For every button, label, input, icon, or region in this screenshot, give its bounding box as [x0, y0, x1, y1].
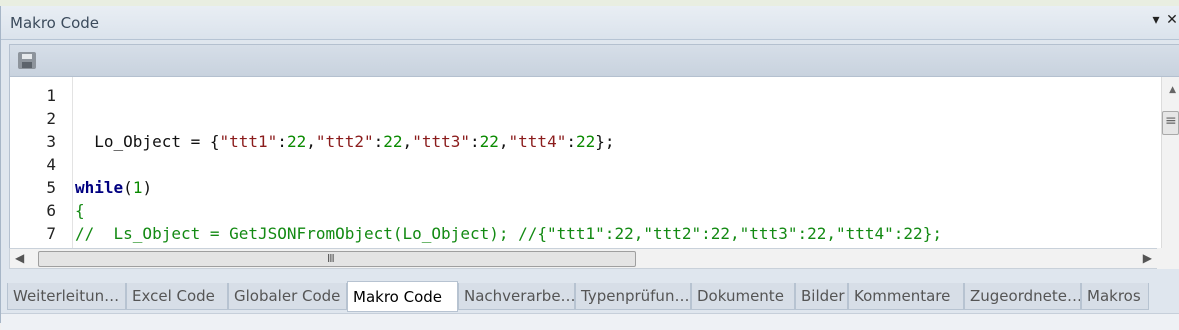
titlebar-buttons: ▾ ✕ [1148, 12, 1179, 28]
tab-makros[interactable]: Makros [1081, 283, 1149, 310]
code-token: while [75, 178, 124, 197]
makro-code-panel: Makro Code ▾✕ 12345678 Lo_Object = {"ttt… [0, 6, 1179, 330]
code-token: 22 [479, 132, 499, 151]
close-icon[interactable]: ✕ [1164, 12, 1179, 28]
code-token: 22 [575, 132, 596, 151]
code-line[interactable]: Lo_Object = {"ttt1":22,"ttt2":22,"ttt3":… [75, 130, 615, 153]
line-number: 6 [46, 201, 56, 220]
scrollbar-corner [1157, 248, 1179, 269]
code-area[interactable]: Lo_Object = {"ttt1":22,"ttt2":22,"ttt3":… [73, 77, 1161, 249]
scroll-left-arrow-icon[interactable]: ◀ [15, 251, 24, 265]
save-icon[interactable] [18, 52, 36, 69]
line-number-gutter: 12345678 [10, 77, 73, 249]
code-token: "ttt1" [219, 132, 278, 151]
code-token: : [566, 132, 576, 151]
bottom-border [1, 313, 1179, 330]
line-number: 7 [46, 224, 56, 243]
code-token: Lo_Object = { [75, 132, 220, 151]
panel-title: Makro Code [10, 14, 100, 32]
line-number: 3 [46, 132, 56, 151]
code-line[interactable]: // Ls_Object = GetJSONFromObject(Lo_Obje… [75, 222, 942, 245]
line-number: 1 [46, 86, 56, 105]
code-token: ) [142, 178, 153, 197]
code-line[interactable]: while(1) [75, 176, 152, 199]
code-token: "ttt4" [508, 132, 567, 151]
code-token: 22 [286, 132, 307, 151]
tab-globaler-code[interactable]: Globaler Code [228, 283, 347, 310]
tab-typenprüfun[interactable]: Typenprüfun… [575, 283, 691, 310]
tab-kommentare[interactable]: Kommentare [848, 283, 964, 310]
tab-excel-code[interactable]: Excel Code [126, 283, 228, 310]
horizontal-scrollbar[interactable]: ◀ III ▶ [9, 248, 1158, 269]
code-token: { [75, 201, 85, 220]
tab-bilder[interactable]: Bilder [795, 283, 848, 310]
code-token: "ttt2" [315, 132, 374, 151]
tab-nachverarbe[interactable]: Nachverarbe… [458, 283, 575, 310]
code-token: }; [595, 132, 615, 151]
vertical-scrollbar[interactable]: ▲ [1161, 77, 1179, 249]
line-number: 5 [46, 178, 56, 197]
code-token: : [469, 132, 480, 151]
line-number: 2 [46, 109, 56, 128]
horizontal-scroll-thumb[interactable]: III [38, 251, 636, 267]
code-token: , [498, 132, 509, 151]
code-token: 1 [132, 178, 143, 197]
code-token: "ttt3" [412, 132, 470, 151]
code-token: : [373, 132, 384, 151]
scroll-right-arrow-icon[interactable]: ▶ [1143, 251, 1152, 265]
code-editor[interactable]: 12345678 Lo_Object = {"ttt1":22,"ttt2":2… [9, 76, 1179, 250]
code-token: ( [123, 178, 133, 197]
code-token: : [277, 132, 287, 151]
code-line[interactable]: { [75, 199, 85, 222]
code-token: , [402, 132, 413, 151]
scroll-up-arrow-icon[interactable]: ▲ [1169, 85, 1176, 95]
tab-makro-code[interactable]: Makro Code [347, 281, 458, 312]
code-token: 22 [383, 132, 403, 151]
tab-zugeordnete[interactable]: Zugeordnete… [964, 283, 1081, 310]
tab-dokumente[interactable]: Dokumente [691, 283, 795, 310]
scroll-grip-icon: III [327, 252, 335, 265]
code-token: , [306, 132, 316, 151]
editor-toolbar [9, 44, 1179, 77]
chevron-down-icon[interactable]: ▾ [1148, 12, 1164, 28]
tab-weiterleitun[interactable]: Weiterleitun… [7, 283, 126, 310]
vertical-scroll-thumb[interactable] [1162, 111, 1179, 135]
panel-titlebar: Makro Code ▾ ✕ [1, 6, 1179, 40]
line-number: 4 [46, 155, 56, 174]
code-token: // Ls_Object = GetJSONFromObject(Lo_Obje… [75, 224, 942, 243]
